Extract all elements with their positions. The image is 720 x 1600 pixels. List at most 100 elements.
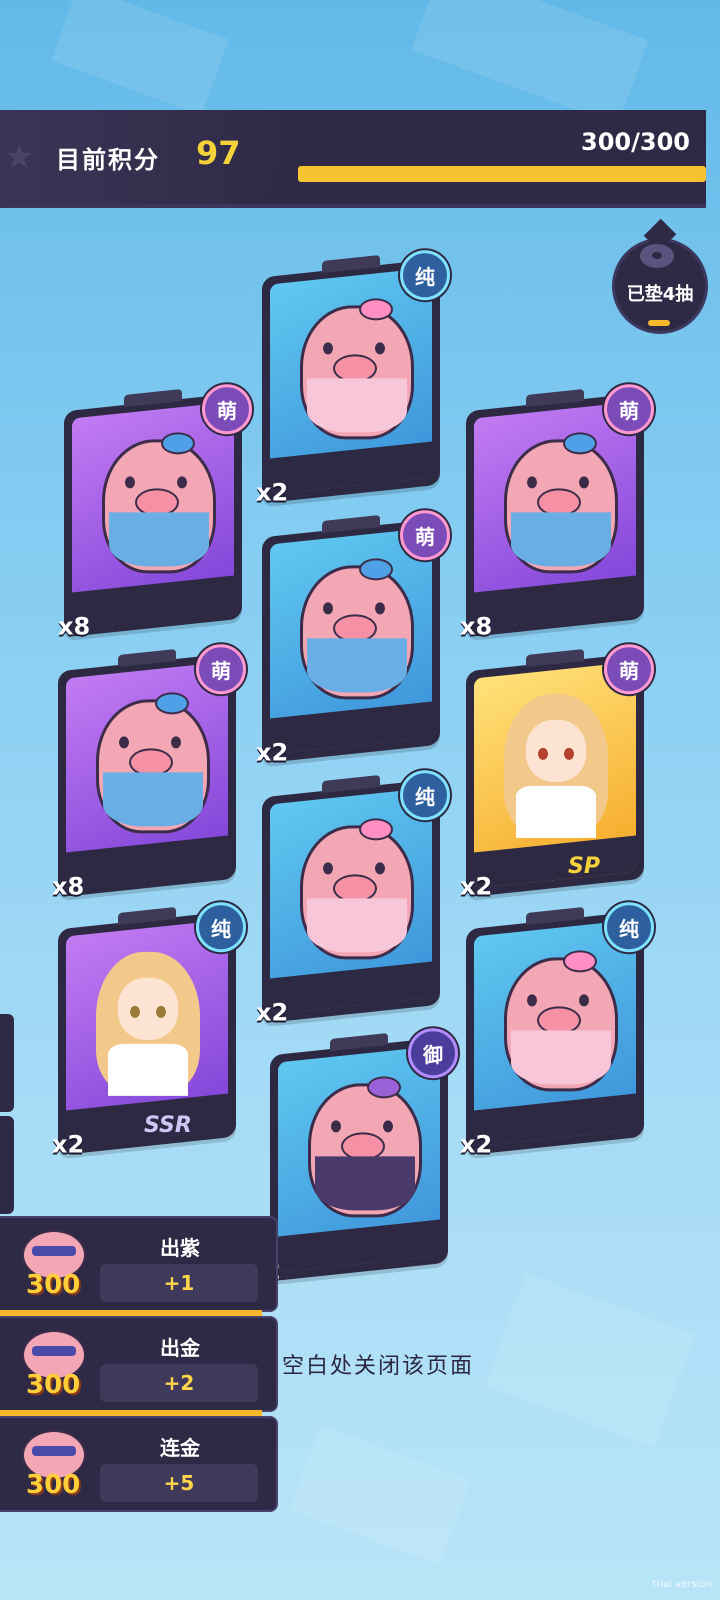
outfit — [315, 1156, 415, 1211]
eye — [323, 862, 333, 875]
background-shape — [411, 0, 649, 125]
eye — [579, 994, 589, 1007]
reward-panel-multi-gold[interactable]: 300 连金 +5 — [0, 1416, 278, 1512]
outfit — [511, 512, 611, 567]
pity-glow — [648, 320, 670, 326]
card-girl-maid[interactable]: x2 SSR 纯 — [52, 902, 246, 1158]
star-icon: ★ — [4, 137, 35, 177]
eye — [125, 476, 135, 489]
eye — [527, 994, 537, 1007]
reward-title: 出金 — [160, 1336, 200, 1360]
eye — [331, 1120, 341, 1133]
card-pig-pink[interactable]: x2 纯 — [460, 902, 654, 1158]
background-shape — [51, 0, 229, 115]
attribute-badge: 纯 — [196, 902, 246, 953]
card-count: x2 — [460, 1130, 493, 1159]
attribute-badge: 萌 — [604, 644, 654, 695]
eye — [119, 736, 129, 749]
pig-icon — [640, 244, 674, 268]
eye — [177, 476, 187, 489]
close-hint[interactable]: 空白处关闭该页面 — [282, 1348, 474, 1380]
card-girl-fox[interactable]: x2 SP 萌 — [460, 644, 654, 900]
reward-value: +2 — [100, 1364, 258, 1402]
card-pig-blue[interactable]: x8 萌 — [52, 644, 246, 900]
card-tab — [526, 906, 584, 926]
eye — [564, 747, 574, 760]
outfit — [307, 378, 407, 433]
edge-tab[interactable] — [0, 1014, 14, 1112]
eye — [156, 1005, 166, 1018]
card-count: x8 — [58, 612, 91, 641]
dress — [516, 785, 596, 838]
reward-panel-gold[interactable]: 300 出金 +2 — [0, 1316, 278, 1416]
card-pig-blue[interactable]: x8 萌 — [58, 384, 252, 640]
card-tab — [124, 388, 182, 408]
bow-icon — [359, 558, 393, 581]
reward-cost: 300 — [26, 1270, 81, 1300]
reward-cost: 300 — [26, 1370, 81, 1400]
card-tab — [322, 514, 380, 534]
progress-text: 300/300 — [581, 128, 690, 156]
eye — [323, 602, 333, 615]
pig-character — [96, 692, 210, 834]
reward-cost: 300 — [26, 1470, 81, 1500]
eye — [383, 1120, 393, 1133]
attribute-badge: 纯 — [400, 250, 450, 301]
card-pig-pink[interactable]: x2 纯 — [256, 250, 450, 506]
outfit — [103, 772, 203, 827]
card-count: x2 — [460, 872, 493, 901]
dress — [108, 1043, 188, 1096]
attribute-badge: 萌 — [400, 510, 450, 561]
attribute-badge: 萌 — [202, 384, 252, 435]
outfit — [307, 638, 407, 693]
eye — [527, 476, 537, 489]
pig-character — [504, 950, 618, 1092]
attribute-badge: 萌 — [196, 644, 246, 695]
card-tab — [322, 254, 380, 274]
reward-panel-purple[interactable]: 300 出紫 +1 — [0, 1216, 278, 1316]
attribute-badge: 纯 — [400, 770, 450, 821]
face — [526, 719, 586, 782]
outfit — [109, 512, 209, 567]
card-tab — [526, 648, 584, 668]
outfit — [307, 898, 407, 953]
progress-bar — [298, 166, 706, 182]
pig-character — [102, 432, 216, 574]
progress-fill — [298, 166, 706, 182]
pig-character — [300, 298, 414, 440]
eye — [375, 342, 385, 355]
edge-tab[interactable] — [0, 1116, 14, 1214]
pity-counter[interactable]: 已垫4抽 — [612, 220, 708, 334]
eye — [323, 342, 333, 355]
card-count: x2 — [256, 998, 289, 1027]
pig-character — [504, 432, 618, 574]
pig-character — [300, 558, 414, 700]
card-pig-dark[interactable]: 2 御 — [264, 1028, 458, 1285]
card-tab — [526, 388, 584, 408]
card-tab — [330, 1032, 388, 1052]
bow-icon — [359, 298, 393, 321]
eye — [538, 747, 548, 760]
reward-value: +5 — [100, 1464, 258, 1502]
pig-character — [300, 818, 414, 960]
score-label: 目前积分 — [56, 146, 160, 174]
pig-character — [308, 1076, 422, 1218]
eye — [375, 602, 385, 615]
card-tab — [118, 648, 176, 668]
card-count: x8 — [460, 612, 493, 641]
card-pig-blue[interactable]: x8 萌 — [460, 384, 654, 640]
card-count: x2 — [256, 478, 289, 507]
card-tab — [322, 774, 380, 794]
card-count: x2 — [256, 738, 289, 767]
bow-icon — [359, 818, 393, 841]
bow-icon — [161, 432, 195, 455]
bow-icon — [563, 432, 597, 455]
card-pig-blue[interactable]: x2 萌 — [256, 510, 450, 766]
bow-icon — [563, 950, 597, 973]
eye — [579, 476, 589, 489]
card-tab — [118, 906, 176, 926]
eye — [375, 862, 385, 875]
card-count: x8 — [52, 872, 85, 901]
card-pig-pink[interactable]: x2 纯 — [256, 770, 450, 1026]
attribute-badge: 萌 — [604, 384, 654, 435]
